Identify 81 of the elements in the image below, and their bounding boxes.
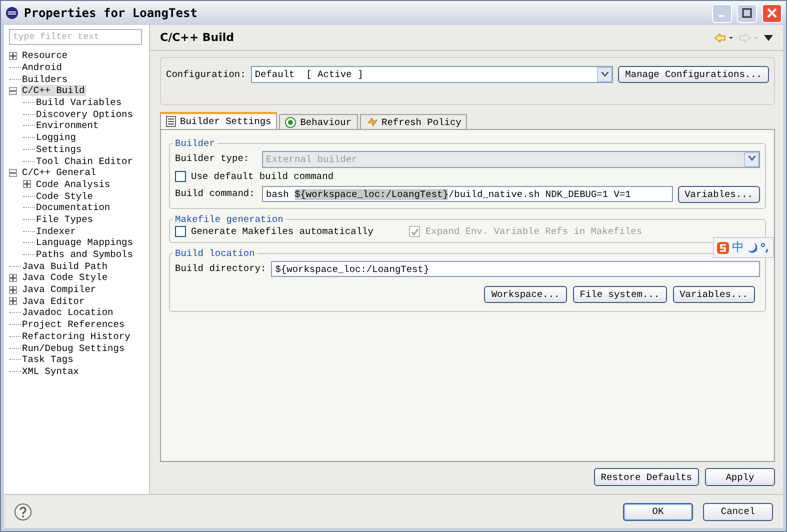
builder-type-label: Builder type:: [175, 152, 250, 166]
tree-item[interactable]: C/C++ Build: [21, 85, 86, 96]
moon-icon[interactable]: [747, 242, 757, 253]
dropdown-arrow-icon[interactable]: [600, 72, 609, 78]
tree-item[interactable]: Indexer: [35, 226, 77, 237]
group-title: Makefile generation: [174, 214, 284, 225]
configuration-label: Configuration:: [166, 68, 246, 82]
help-icon[interactable]: [14, 502, 32, 520]
tree-item[interactable]: Javadoc Location: [21, 307, 114, 318]
location-button[interactable]: File system...: [572, 286, 667, 303]
ime-toolbar[interactable]: 中: [713, 237, 774, 258]
tree-item[interactable]: Build Variables: [35, 97, 123, 108]
tree-item[interactable]: Tool Chain Editor: [35, 156, 134, 167]
tree-item[interactable]: Refactoring History: [21, 330, 132, 342]
tree-item[interactable]: Logging: [35, 132, 77, 144]
build-command-field[interactable]: bash ${workspace_loc:/LoangTest}/build_native.sh NDK_DEBUG=1 V=1: [262, 186, 673, 202]
tree-item[interactable]: Java Compiler: [21, 284, 98, 296]
list-icon: [166, 116, 176, 127]
tree-item[interactable]: Run/Debug Settings: [21, 342, 126, 354]
tree-item[interactable]: Builders: [21, 74, 69, 85]
tree-item[interactable]: Paths and Symbols: [35, 249, 134, 260]
radio-icon: [285, 116, 296, 128]
tree-item[interactable]: Java Build Path: [21, 260, 109, 272]
variables-button[interactable]: Variables...: [678, 186, 760, 202]
tree-item[interactable]: Project References: [21, 319, 126, 330]
punctuation-icon[interactable]: [760, 242, 770, 253]
app-icon: [5, 6, 19, 20]
back-arrow-icon[interactable]: [714, 32, 734, 42]
expand-icon[interactable]: [9, 274, 17, 282]
build-command-label: Build command:: [175, 187, 256, 201]
expand-icon[interactable]: [9, 297, 17, 306]
filter-field[interactable]: type filter text: [9, 29, 142, 45]
window-title: Properties for LoangTest: [24, 6, 198, 20]
tree-item[interactable]: Settings: [35, 144, 83, 155]
tree-item[interactable]: Android: [21, 62, 63, 74]
tree-item[interactable]: XML Syntax: [21, 366, 80, 377]
checkbox[interactable]: [175, 226, 186, 237]
page-button[interactable]: Restore Defaults: [594, 468, 699, 486]
tree-item[interactable]: Task Tags: [21, 354, 74, 366]
close-icon: [767, 8, 777, 18]
tree-item[interactable]: Resource: [21, 50, 69, 62]
input-mode-text[interactable]: 中: [732, 239, 744, 256]
page-button[interactable]: Apply: [705, 468, 775, 486]
build-directory-label: Build directory:: [175, 262, 266, 276]
group-title: Builder: [174, 138, 216, 149]
tree-item[interactable]: Code Analysis: [35, 178, 112, 190]
dialog-button[interactable]: OK: [623, 502, 693, 520]
page-title: C/C++ Build: [160, 31, 234, 44]
tree-item[interactable]: Discovery Options: [35, 108, 134, 120]
tree-item[interactable]: Java Code Style: [21, 272, 109, 284]
tab[interactable]: Behaviour: [279, 114, 358, 129]
tree-item[interactable]: File Types: [35, 214, 94, 225]
expand-icon[interactable]: [9, 286, 17, 294]
close-button[interactable]: [762, 4, 782, 22]
menu-caret-icon[interactable]: [764, 34, 773, 40]
expand-icon[interactable]: [9, 52, 17, 60]
tree-item[interactable]: Code Style: [35, 190, 94, 202]
maximize-icon: [742, 8, 752, 18]
manage-configurations-button[interactable]: Manage Configurations...: [618, 66, 769, 83]
build-directory-field[interactable]: ${workspace_loc:/LoangTest}: [271, 261, 760, 277]
dialog-button[interactable]: Cancel: [703, 502, 773, 520]
configuration-dropdown[interactable]: Default [ Active ]: [250, 66, 614, 83]
collapse-icon[interactable]: [9, 86, 17, 95]
tree-item[interactable]: C/C++ General: [21, 167, 98, 178]
tree-item[interactable]: Environment: [35, 120, 100, 132]
location-button[interactable]: Workspace...: [484, 286, 567, 303]
tab[interactable]: Builder Settings: [160, 112, 278, 129]
collapse-icon[interactable]: [9, 168, 17, 177]
group-title: Build location: [174, 248, 256, 259]
tree-item[interactable]: Language Mappings: [35, 237, 134, 248]
tree-item[interactable]: Java Editor: [21, 296, 86, 307]
location-button[interactable]: Variables...: [672, 286, 755, 303]
checkbox-label: Use default build command: [191, 171, 334, 182]
maximize-button[interactable]: [737, 4, 757, 22]
checkbox-label: Generate Makefiles automatically: [191, 226, 374, 237]
tree-item[interactable]: Documentation: [35, 202, 112, 214]
checkbox-label: Expand Env. Variable Refs in Makefiles: [425, 226, 642, 237]
checkbox[interactable]: [175, 171, 186, 182]
s-logo-icon: [717, 242, 729, 254]
tab[interactable]: Refresh Policy: [360, 114, 468, 129]
expand-icon[interactable]: [23, 180, 31, 188]
